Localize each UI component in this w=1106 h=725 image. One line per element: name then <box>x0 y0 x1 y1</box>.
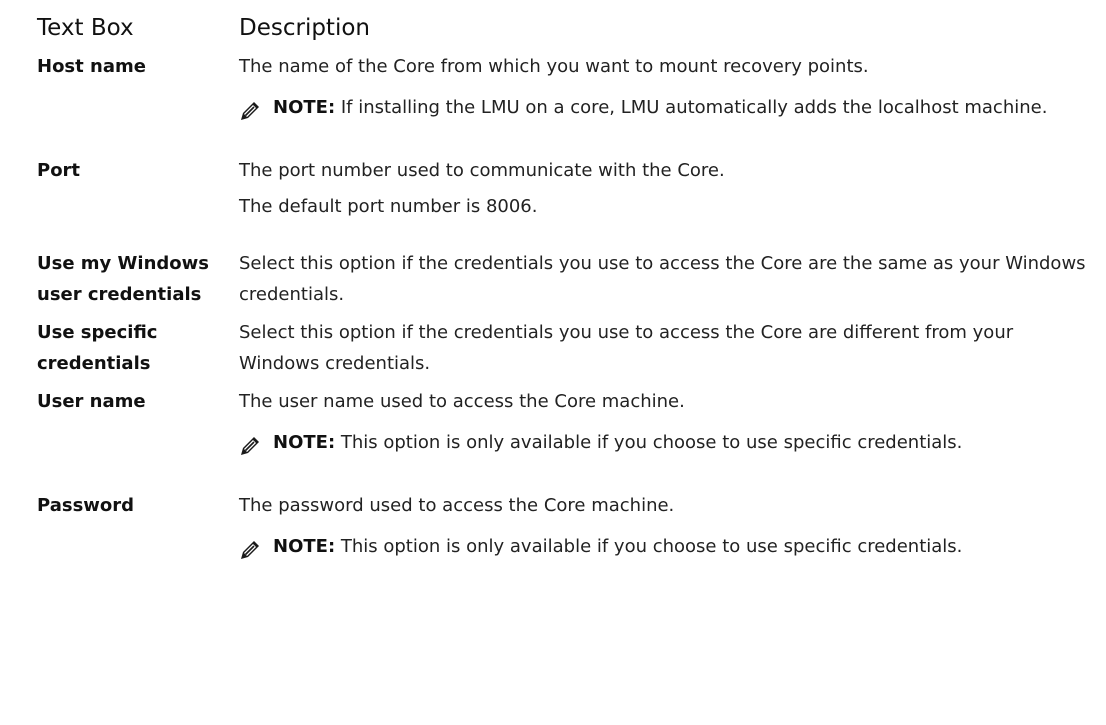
term-password: Password <box>37 495 135 516</box>
desc-user-name: The user name used to access the Core ma… <box>239 386 1097 461</box>
term-port: Port <box>37 160 81 181</box>
desc-text: Select this option if the credentials yo… <box>239 322 1014 374</box>
table-row-use-my-windows-credentials: Use my Windows user credentials Select t… <box>37 248 1097 310</box>
pencil-note-icon <box>239 531 273 565</box>
note-text: NOTE: This option is only available if y… <box>273 531 962 562</box>
desc-use-specific-credentials: Select this option if the credentials yo… <box>239 317 1097 379</box>
note-label: NOTE: <box>273 97 336 118</box>
table-row-user-name: User name The user name used to access t… <box>37 386 1097 461</box>
table-row-port: Port The port number used to communicate… <box>37 155 1097 222</box>
note-text: NOTE: If installing the LMU on a core, L… <box>273 92 1047 123</box>
note-label: NOTE: <box>273 432 336 453</box>
desc-host-name: The name of the Core from which you want… <box>239 51 1097 126</box>
table-row-host-name: Host name The name of the Core from whic… <box>37 51 1097 126</box>
header-text-box: Text Box <box>37 15 134 41</box>
desc-text: The default port number is 8006. <box>239 196 538 217</box>
header-description: Description <box>239 15 370 41</box>
desc-text: The name of the Core from which you want… <box>239 56 869 77</box>
table-row-use-specific-credentials: Use specific credentials Select this opt… <box>37 317 1097 379</box>
desc-text: Select this option if the credentials yo… <box>239 253 1086 305</box>
note-user-name: NOTE: This option is only available if y… <box>239 427 1097 461</box>
note-content: This option is only available if you cho… <box>335 536 963 557</box>
note-content: If installing the LMU on a core, LMU aut… <box>335 97 1048 118</box>
note-content: This option is only available if you cho… <box>335 432 963 453</box>
desc-port: The port number used to communicate with… <box>239 155 1097 222</box>
desc-password: The password used to access the Core mac… <box>239 490 1097 565</box>
table-row-password: Password The password used to access the… <box>37 490 1097 565</box>
term-user-name: User name <box>37 391 146 412</box>
desc-text: The port number used to communicate with… <box>239 160 725 181</box>
note-password: NOTE: This option is only available if y… <box>239 531 1097 565</box>
term-use-my-windows-credentials: Use my Windows user credentials <box>37 253 209 305</box>
desc-text: The user name used to access the Core ma… <box>239 391 685 412</box>
desc-text: The password used to access the Core mac… <box>239 495 675 516</box>
note-label: NOTE: <box>273 536 336 557</box>
term-use-specific-credentials: Use specific credentials <box>37 322 158 374</box>
term-host-name: Host name <box>37 56 146 77</box>
pencil-note-icon <box>239 92 273 126</box>
note-host-name: NOTE: If installing the LMU on a core, L… <box>239 92 1097 126</box>
pencil-note-icon <box>239 427 273 461</box>
note-text: NOTE: This option is only available if y… <box>273 427 962 458</box>
table-header: Text Box Description <box>37 13 1097 49</box>
text-box-description-table: Text Box Description Host name The name … <box>37 13 1097 565</box>
desc-use-my-windows-credentials: Select this option if the credentials yo… <box>239 248 1097 310</box>
